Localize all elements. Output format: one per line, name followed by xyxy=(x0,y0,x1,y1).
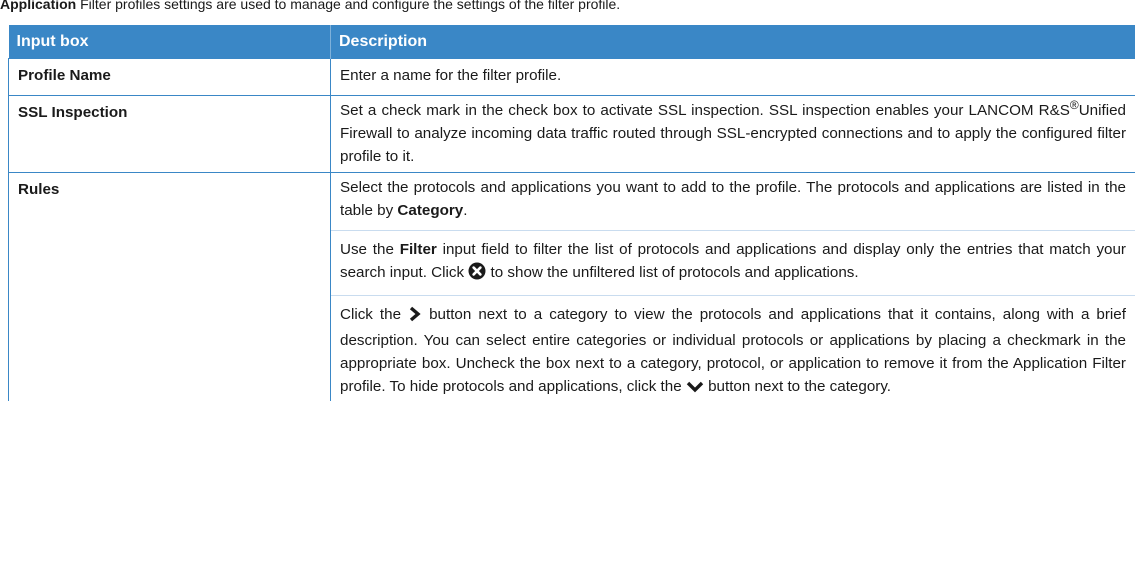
clear-filter-icon xyxy=(468,262,486,287)
chevron-right-icon xyxy=(408,306,422,329)
rules-p1-end: . xyxy=(463,202,468,219)
registered-mark: ® xyxy=(1069,97,1079,112)
row-label-ssl-inspection: SSL Inspection xyxy=(8,95,331,173)
caption-text: Filter profiles settings are used to man… xyxy=(80,0,621,12)
row-label-rules: Rules xyxy=(8,172,331,401)
table-row: Profile Name Enter a name for the filter… xyxy=(8,58,1135,96)
table-row: Rules Select the protocols and applicati… xyxy=(8,172,1135,401)
ssl-text-before: Set a check mark in the check box to act… xyxy=(340,102,1070,119)
rules-p3-end: button next to the category. xyxy=(703,378,892,395)
rules-paragraph-1: Select the protocols and applications yo… xyxy=(340,173,1126,222)
chevron-down-icon xyxy=(686,378,704,401)
row-description-profile-name: Enter a name for the filter profile. xyxy=(330,58,1135,96)
caption-bold: Application xyxy=(0,0,77,12)
table-caption: Application Filter profiles settings are… xyxy=(0,0,1135,14)
row-description-rules: Select the protocols and applications yo… xyxy=(330,172,1135,401)
rules-paragraph-2: Use the Filter input field to filter the… xyxy=(340,231,1126,287)
description-paragraph: Enter a name for the filter profile. xyxy=(340,67,562,84)
rules-paragraph-3: Click the button next to a category to v… xyxy=(340,296,1126,401)
header-input-box: Input box xyxy=(8,25,331,59)
description-paragraph: Set a check mark in the check box to act… xyxy=(340,96,1126,172)
table-header-row: Input box Description xyxy=(8,25,1135,59)
row-description-ssl-inspection: Set a check mark in the check box to act… xyxy=(330,95,1135,173)
settings-table: Input box Description Profile Name Enter… xyxy=(8,25,1135,401)
rules-p1-bold: Category xyxy=(397,202,464,219)
row-label-profile-name: Profile Name xyxy=(8,58,331,96)
rules-p2-text: Use the xyxy=(340,241,400,258)
rules-p3-text: Click the xyxy=(340,306,409,323)
rules-p2-end: to show the unfiltered list of protocols… xyxy=(486,264,859,281)
rules-p2-bold: Filter xyxy=(399,241,437,258)
header-description: Description xyxy=(330,25,1135,59)
table-row: SSL Inspection Set a check mark in the c… xyxy=(8,95,1135,173)
